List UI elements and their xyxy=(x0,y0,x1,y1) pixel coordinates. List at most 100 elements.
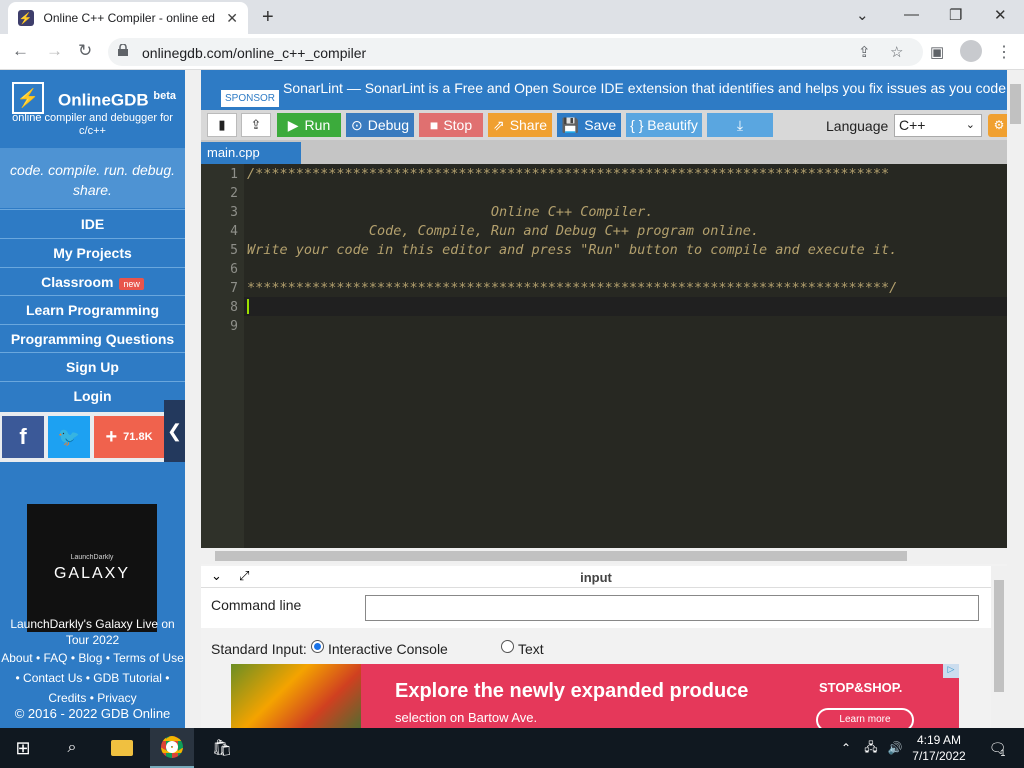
standard-input-area: Standard Input: Interactive Console Text… xyxy=(201,628,991,728)
facebook-share-icon[interactable]: f xyxy=(2,416,44,458)
sidebar-item-my-projects[interactable]: My Projects xyxy=(0,238,185,266)
sidebar-item-ide[interactable]: IDE xyxy=(0,209,185,237)
close-tab-icon[interactable]: ✕ xyxy=(226,10,238,27)
language-value: C++ xyxy=(899,117,926,133)
profile-avatar-icon[interactable] xyxy=(960,40,982,62)
store-icon[interactable]: 🛍 xyxy=(200,728,244,768)
ad-headline: Explore the newly expanded produce xyxy=(395,680,749,702)
text-radio[interactable] xyxy=(501,640,514,653)
collapse-sidebar-icon[interactable]: ❮ xyxy=(164,400,185,462)
sidebar-item-programming-questions[interactable]: Programming Questions xyxy=(0,324,185,352)
chrome-icon[interactable] xyxy=(150,728,194,768)
notification-icon[interactable]: 🗨 1 xyxy=(982,728,1012,768)
browser-tab[interactable]: ⚡ Online C++ Compiler - online ed ✕ xyxy=(8,2,248,34)
scrollbar-thumb[interactable] xyxy=(215,551,907,561)
footer-link-gdb-tutorial[interactable]: GDB Tutorial xyxy=(93,671,162,685)
input-panel-header: ⌄ ⤢ input xyxy=(201,566,1007,588)
side-panel-icon[interactable]: ▣ xyxy=(930,43,944,61)
restore-icon[interactable]: ❐ xyxy=(949,6,962,24)
new-tab-icon[interactable]: + xyxy=(262,6,274,29)
footer-link-privacy[interactable]: Privacy xyxy=(97,691,136,705)
sidebar-item-label: Login xyxy=(73,388,112,404)
tab-search-chevron-icon[interactable]: ⌄ xyxy=(856,6,869,24)
beautify-button[interactable]: { } Beautify xyxy=(626,113,702,137)
code-line: Code, Compile, Run and Debug C++ program… xyxy=(247,223,760,239)
brand-text: OnlineGDB xyxy=(58,90,149,110)
footer-link-credits[interactable]: Credits xyxy=(48,691,86,705)
footer-link-terms[interactable]: Terms of Use xyxy=(113,651,184,665)
sidebar-item-login[interactable]: Login xyxy=(0,381,185,409)
footer-link-contact[interactable]: Contact Us xyxy=(23,671,82,685)
text-radio-label[interactable]: Text xyxy=(518,641,544,657)
file-tab-main-cpp[interactable]: main.cpp xyxy=(201,142,301,164)
search-icon[interactable]: ⌕ xyxy=(50,728,94,768)
editor-horizontal-scrollbar[interactable] xyxy=(201,548,1007,564)
ide-toolbar: ▮ ⇪ ▶ Run ⊙ Debug ■ Stop ⇗ Share 💾 Save { } B… xyxy=(201,110,1010,140)
ad-choices-icon[interactable]: ▷ xyxy=(943,664,959,678)
sidebar-ad-caption[interactable]: LaunchDarkly's Galaxy Live on Tour 2022 xyxy=(0,616,185,648)
input-panel-scrollbar[interactable] xyxy=(991,566,1007,728)
system-clock[interactable]: 4:19 AM 7/17/2022 xyxy=(906,732,972,764)
twitter-share-icon[interactable]: 🐦 xyxy=(48,416,90,458)
footer-link-blog[interactable]: Blog xyxy=(78,651,102,665)
footer-links: About • FAQ • Blog • Terms of Use • Cont… xyxy=(1,651,184,705)
stop-button[interactable]: ■ Stop xyxy=(419,113,483,137)
sponsor-bar[interactable]: SPONSOR SonarLint — SonarLint is a Free … xyxy=(201,70,1007,110)
back-icon[interactable]: ← xyxy=(12,41,29,61)
windows-start-icon[interactable]: ⊞ xyxy=(0,728,46,768)
footer-link-about[interactable]: About xyxy=(1,651,32,665)
save-button[interactable]: 💾 Save xyxy=(557,113,621,137)
sidebar-item-label: IDE xyxy=(80,216,105,232)
scrollbar-thumb[interactable] xyxy=(1010,84,1021,124)
browser-menu-icon[interactable]: ⋮ xyxy=(996,42,1012,62)
text-caret xyxy=(247,299,249,314)
line-number: 1 xyxy=(230,167,238,182)
standard-input-label: Standard Input: xyxy=(211,641,307,657)
ad-learn-more-button[interactable]: Learn more xyxy=(816,708,914,728)
sidebar-scrollbar[interactable] xyxy=(185,70,201,728)
interactive-console-radio[interactable] xyxy=(311,640,324,653)
interactive-console-label[interactable]: Interactive Console xyxy=(328,641,448,657)
share-page-icon[interactable]: ⇪ xyxy=(858,43,871,61)
run-button[interactable]: ▶ Run xyxy=(277,113,341,137)
sponsor-badge: SPONSOR xyxy=(221,90,280,107)
close-window-icon[interactable]: ✕ xyxy=(994,6,1007,24)
address-bar[interactable]: onlinegdb.com/online_c++_compiler ⇪ ☆ xyxy=(108,38,923,66)
code-line: Write your code in this editor and press… xyxy=(247,242,898,258)
line-number: 3 xyxy=(230,205,238,220)
code-editor[interactable]: 1 2 3 4 5 6 7 8 9 /*********************… xyxy=(201,164,1007,548)
sidebar-item-label: Classroom xyxy=(41,274,114,290)
volume-icon[interactable]: 🔊 xyxy=(884,728,906,768)
minimize-icon[interactable]: — xyxy=(904,6,919,23)
scrollbar-thumb[interactable] xyxy=(994,580,1004,692)
page-vertical-scrollbar[interactable] xyxy=(1007,70,1024,728)
sidebar-item-learn-programming[interactable]: Learn Programming xyxy=(0,295,185,323)
brand-name[interactable]: OnlineGDB beta xyxy=(58,90,176,111)
debug-button[interactable]: ⊙ Debug xyxy=(346,113,414,137)
bookmark-star-icon[interactable]: ☆ xyxy=(890,43,903,61)
stop-icon: ■ xyxy=(429,117,439,133)
new-badge: new xyxy=(119,278,144,290)
file-explorer-icon[interactable] xyxy=(100,728,144,768)
command-line-input[interactable] xyxy=(365,595,979,621)
sidebar-item-sign-up[interactable]: Sign Up xyxy=(0,352,185,380)
network-icon[interactable]: 🖧 xyxy=(860,728,882,768)
share-button[interactable]: ⇗ Share xyxy=(488,113,552,137)
sidebar-ad-image[interactable]: LaunchDarkly GALAXY xyxy=(27,504,157,632)
more-share-button[interactable]: +71.8K xyxy=(94,416,164,458)
new-file-icon[interactable]: ▮ xyxy=(207,113,237,137)
tray-chevron-icon[interactable]: ⌃ xyxy=(836,728,856,768)
sidebar-item-classroom[interactable]: Classroom new xyxy=(0,267,185,295)
footer-link-faq[interactable]: FAQ xyxy=(43,651,67,665)
ad-banner[interactable]: Explore the newly expanded produce selec… xyxy=(231,664,959,728)
forward-icon[interactable]: → xyxy=(46,41,63,61)
download-button[interactable]: ⤓ xyxy=(707,113,773,137)
onlinegdb-logo-icon[interactable]: ⚡ xyxy=(12,82,44,114)
reload-icon[interactable]: ↻ xyxy=(78,41,92,61)
brand-subtitle: online compiler and debugger for c/c++ xyxy=(12,112,173,137)
sponsor-text[interactable]: SonarLint — SonarLint is a Free and Open… xyxy=(283,80,1007,96)
stop-label: Stop xyxy=(443,117,473,133)
line-number: 9 xyxy=(230,319,238,334)
language-select[interactable]: C++ ⌄ xyxy=(894,114,982,137)
upload-icon[interactable]: ⇪ xyxy=(241,113,271,137)
